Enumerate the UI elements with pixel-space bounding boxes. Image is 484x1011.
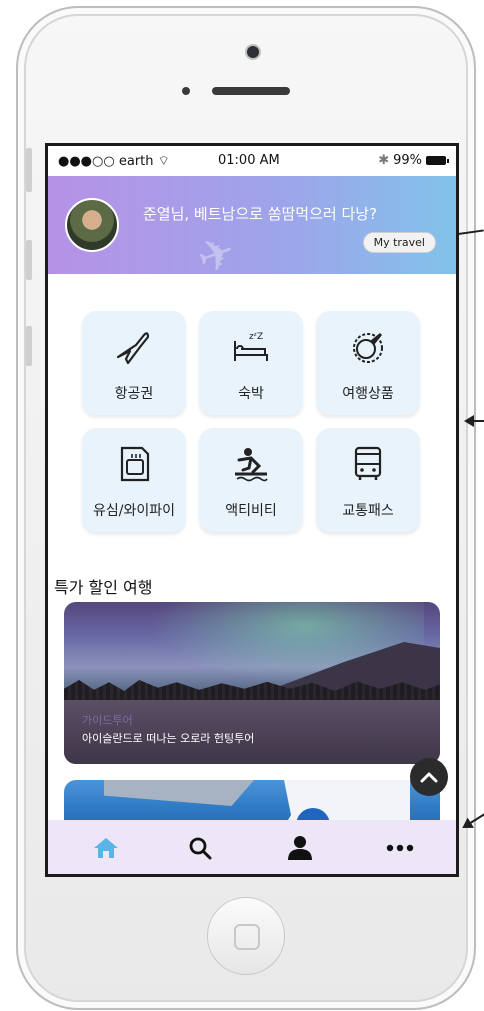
category-transport-pass[interactable]: 교통패스 bbox=[316, 428, 420, 532]
section-title-deals: 특가 할인 여행 bbox=[54, 578, 153, 597]
more-icon bbox=[386, 844, 414, 852]
volume-down-button bbox=[26, 326, 32, 366]
category-label: 액티비티 bbox=[225, 503, 277, 519]
greeting-banner: ✈ 준열님, 베트남으로 쏨땀먹으러 다낭? My travel bbox=[48, 176, 456, 286]
my-travel-button[interactable]: My travel bbox=[362, 232, 436, 253]
carrier-signal: ●●●○○ earth ⌔ bbox=[58, 154, 170, 169]
sim-card-icon bbox=[120, 446, 150, 482]
category-label: 숙박 bbox=[238, 386, 264, 402]
category-label: 항공권 bbox=[114, 386, 154, 402]
annotation-arrow-grid bbox=[464, 415, 484, 427]
profile-icon bbox=[288, 836, 312, 860]
category-activities[interactable]: 액티비티 bbox=[199, 428, 303, 532]
battery-percent: 99% bbox=[393, 153, 422, 168]
deal-description: 아이슬란드로 떠나는 오로라 헌팅투어 bbox=[82, 732, 255, 745]
bottom-tab-bar bbox=[48, 820, 456, 874]
chevron-up-icon bbox=[420, 772, 438, 783]
mute-switch bbox=[26, 148, 32, 192]
bluetooth-icon: ✱ bbox=[378, 153, 390, 168]
status-right: ✱ 99% bbox=[378, 153, 449, 168]
category-sim-wifi[interactable]: 유심/와이파이 bbox=[82, 428, 186, 532]
globe-plane-icon bbox=[353, 333, 383, 363]
deal-card-aurora[interactable]: 가이드투어 아이슬란드로 떠나는 오로라 헌팅투어 bbox=[64, 602, 440, 764]
category-tour-products[interactable]: 여행상품 bbox=[316, 311, 420, 415]
home-button[interactable] bbox=[207, 897, 285, 975]
front-camera bbox=[247, 46, 259, 58]
cliff-image bbox=[104, 780, 254, 806]
bed-icon: zᶻZ bbox=[234, 332, 268, 361]
proximity-sensor bbox=[182, 87, 190, 95]
tab-profile[interactable] bbox=[284, 832, 316, 864]
category-label: 교통패스 bbox=[342, 503, 394, 519]
status-bar: ●●●○○ earth ⌔ 01:00 AM ✱ 99% bbox=[48, 146, 456, 176]
category-label: 여행상품 bbox=[342, 386, 394, 402]
decorative-plane-icon: ✈ bbox=[190, 225, 243, 286]
wifi-icon: ⌔ bbox=[157, 154, 170, 169]
home-icon bbox=[94, 838, 118, 858]
tab-more[interactable] bbox=[384, 832, 416, 864]
volume-up-button bbox=[26, 240, 32, 280]
category-label: 유심/와이파이 bbox=[93, 503, 175, 519]
status-time: 01:00 AM bbox=[218, 153, 280, 168]
greeting-text: 준열님, 베트남으로 쏨땀먹으러 다낭? bbox=[143, 205, 378, 223]
category-flights[interactable]: 항공권 bbox=[82, 311, 186, 415]
deal-tag: 가이드투어 bbox=[82, 714, 133, 727]
tab-search[interactable] bbox=[184, 832, 216, 864]
search-icon bbox=[189, 837, 212, 860]
scroll-top-button[interactable] bbox=[410, 758, 448, 796]
tab-home[interactable] bbox=[90, 832, 122, 864]
bus-icon bbox=[354, 446, 382, 480]
avatar[interactable] bbox=[65, 198, 119, 252]
svg-text:zᶻZ: zᶻZ bbox=[249, 332, 263, 342]
category-lodging[interactable]: zᶻZ 숙박 bbox=[199, 311, 303, 415]
airplane-icon bbox=[116, 332, 150, 365]
surfing-icon bbox=[235, 448, 268, 482]
app-screen: ●●●○○ earth ⌔ 01:00 AM ✱ 99% ✈ 준열님, 베트남으… bbox=[45, 143, 459, 877]
earpiece-speaker bbox=[212, 87, 290, 95]
battery-icon bbox=[426, 156, 449, 165]
